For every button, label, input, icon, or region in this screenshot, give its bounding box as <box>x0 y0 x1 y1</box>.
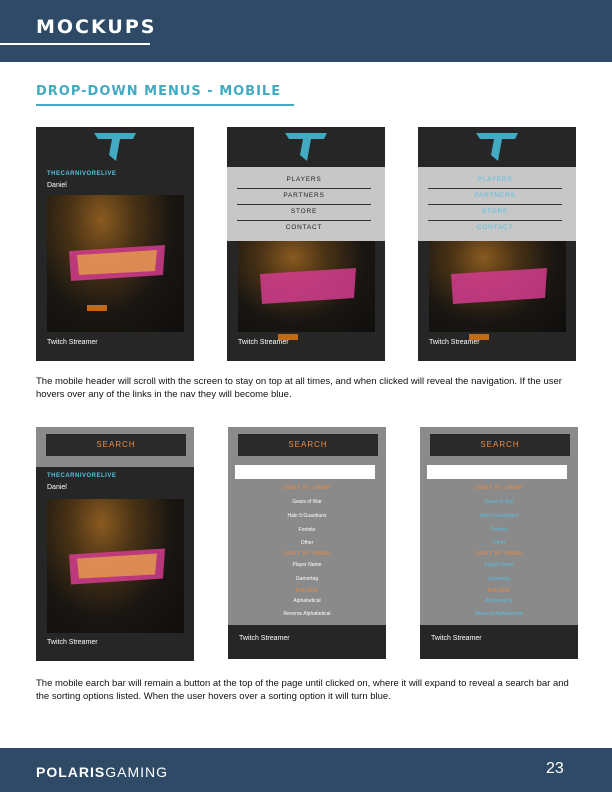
sort-option-name[interactable]: Player Name <box>228 562 386 568</box>
sort-option-game[interactable]: Halo 5:Guardians <box>228 513 386 519</box>
streamer-artwork <box>238 241 375 340</box>
search-button[interactable]: SEARCH <box>430 434 570 456</box>
nav-description: The mobile header will scroll with the s… <box>36 376 562 400</box>
role-caption: Twitch Streamer <box>47 639 98 646</box>
section-underline <box>36 104 294 106</box>
brand-logo-icon <box>94 133 136 161</box>
nav-dropdown-hover: PLAYERS PARTNERS STORE CONTACT <box>418 167 576 241</box>
mockup-nav-open: PLAYERS PARTNERS STORE CONTACT Twitch St… <box>227 127 385 361</box>
mockup-search-expanded: SEARCH SORT BY GAME Gears of War Halo 5:… <box>228 427 386 659</box>
profile-footer: Twitch Streamer <box>420 625 578 659</box>
order-heading: ORDER <box>487 588 511 594</box>
brand-logo-icon <box>476 133 518 161</box>
brand-logo-icon <box>285 133 327 161</box>
nav-item-contact[interactable]: CONTACT <box>428 221 562 236</box>
header-underline <box>0 43 150 45</box>
sort-option-order[interactable]: Reverse Alphabetical <box>420 611 578 617</box>
search-button[interactable]: SEARCH <box>46 434 186 456</box>
sort-option-name[interactable]: Gamertag <box>228 576 386 582</box>
sort-option-game[interactable]: Gears of War <box>228 499 386 505</box>
nav-item-players[interactable]: PLAYERS <box>237 173 371 189</box>
search-panel: SORT BY GAME Gears of War Halo 5:Guardia… <box>228 463 386 625</box>
role-caption: Twitch Streamer <box>47 339 98 346</box>
footer-brand: POLARISGAMING <box>36 764 168 780</box>
streamer-artwork <box>47 195 184 332</box>
user-name: Daniel <box>47 182 67 189</box>
nav-item-partners[interactable]: PARTNERS <box>237 189 371 205</box>
sort-option-game[interactable]: Fortnite <box>228 527 386 533</box>
search-header: SEARCH <box>36 427 194 467</box>
brand-bold-text: POLARIS <box>36 764 106 780</box>
role-caption: Twitch Streamer <box>429 339 480 346</box>
search-panel: SORT BY GAME Gears of War Halo 5:Guardia… <box>420 463 578 625</box>
mockup-search-hover: SEARCH SORT BY GAME Gears of War Halo 5:… <box>420 427 578 659</box>
section-title: DROP-DOWN MENUS - MOBILE <box>36 84 282 99</box>
search-header: SEARCH <box>420 427 578 463</box>
search-input[interactable] <box>427 465 567 479</box>
sort-by-name-heading: SORT BY NAME <box>475 551 523 557</box>
user-name: Daniel <box>47 484 67 491</box>
nav-item-players[interactable]: PLAYERS <box>428 173 562 189</box>
nav-item-store[interactable]: STORE <box>428 205 562 221</box>
carnivor-logo-icon <box>69 245 165 311</box>
nav-item-contact[interactable]: CONTACT <box>237 221 371 236</box>
search-description: The mobile earch bar will remain a butto… <box>36 678 569 702</box>
mockup-search-collapsed: SEARCH THECARNIVORELIVE Daniel Twitch St… <box>36 427 194 661</box>
nav-item-store[interactable]: STORE <box>237 205 371 221</box>
order-heading: ORDER <box>295 588 319 594</box>
sort-by-name-heading: SORT BY NAME <box>283 551 331 557</box>
streamer-artwork <box>47 499 184 633</box>
role-caption: Twitch Streamer <box>238 339 289 346</box>
channel-name: THECARNIVORELIVE <box>47 473 117 479</box>
streamer-artwork <box>429 241 566 340</box>
search-input[interactable] <box>235 465 375 479</box>
sort-by-game-heading: SORT BY GAME <box>283 485 331 491</box>
brand-light-text: GAMING <box>105 764 169 780</box>
mockup-nav-hover: PLAYERS PARTNERS STORE CONTACT Twitch St… <box>418 127 576 361</box>
sort-option-game[interactable]: Other <box>420 540 578 546</box>
nav-item-partners[interactable]: PARTNERS <box>428 189 562 205</box>
sort-option-game[interactable]: Other <box>228 540 386 546</box>
mockup-default-profile: THECARNIVORELIVE Daniel Twitch Streamer <box>36 127 194 361</box>
sort-option-game[interactable]: Fortnite <box>420 527 578 533</box>
role-caption: Twitch Streamer <box>239 635 290 642</box>
channel-name: THECARNIVORELIVE <box>47 171 117 177</box>
sort-option-name[interactable]: Player Name <box>420 562 578 568</box>
carnivor-logo-icon <box>69 548 165 585</box>
sort-option-order[interactable]: Alphabetical <box>228 598 386 604</box>
sort-option-order[interactable]: Alphabetical <box>420 598 578 604</box>
sort-option-game[interactable]: Halo 5:Guardians <box>420 513 578 519</box>
search-header: SEARCH <box>228 427 386 463</box>
nav-dropdown: PLAYERS PARTNERS STORE CONTACT <box>227 167 385 241</box>
sort-by-game-heading: SORT BY GAME <box>475 485 523 491</box>
sort-option-game[interactable]: Gears of War <box>420 499 578 505</box>
sort-option-name[interactable]: Gamertag <box>420 576 578 582</box>
page-number: 23 <box>546 760 564 777</box>
sort-option-order[interactable]: Reverse Alphabetical <box>228 611 386 617</box>
role-caption: Twitch Streamer <box>431 635 482 642</box>
page-header-title: MOCKUPS <box>36 16 157 38</box>
search-button[interactable]: SEARCH <box>238 434 378 456</box>
profile-footer: Twitch Streamer <box>228 625 386 659</box>
